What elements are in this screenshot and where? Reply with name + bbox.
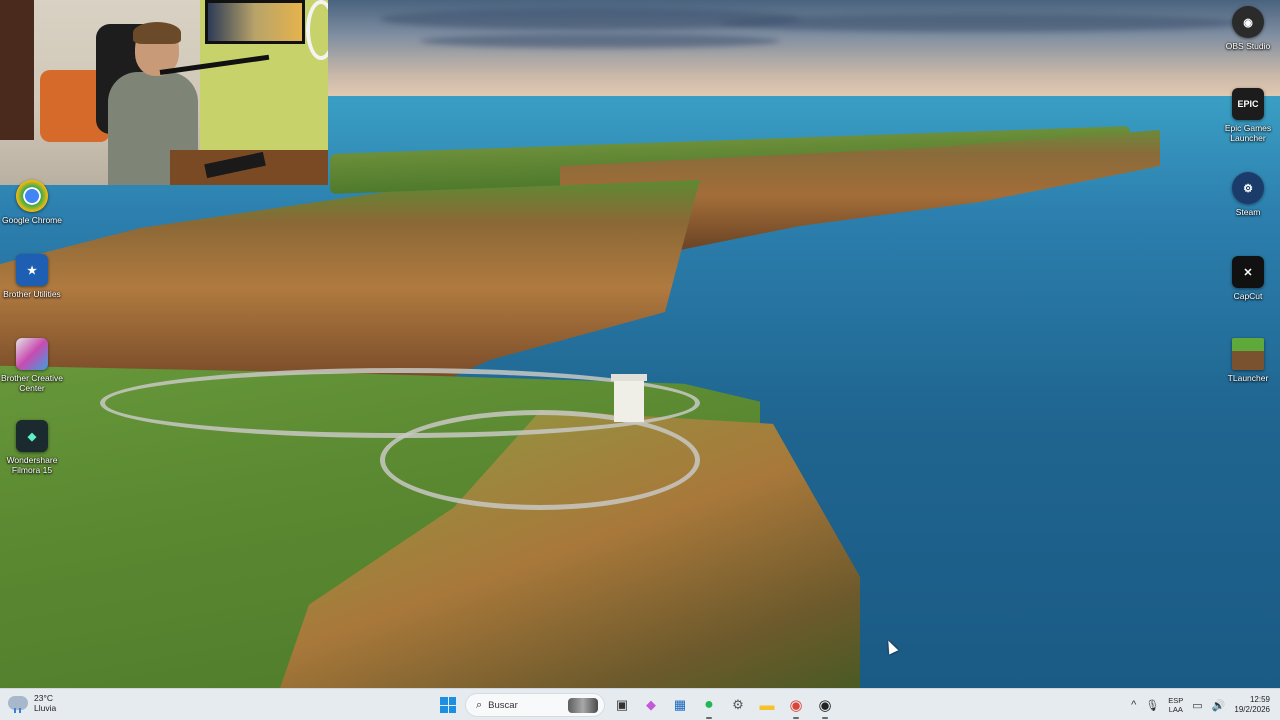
epic-games-icon: EPIC bbox=[1232, 88, 1264, 120]
desktop-icon-brother-utilities[interactable]: ★ Brother Utilities bbox=[0, 254, 68, 299]
copilot-icon: ◆ bbox=[646, 697, 656, 712]
desktop-icon-obs[interactable]: ◉ OBS Studio bbox=[1212, 6, 1280, 51]
desktop-icon-chrome[interactable]: Google Chrome bbox=[0, 180, 68, 225]
wallpaper-cloud bbox=[420, 34, 780, 48]
task-view-icon: ▣ bbox=[615, 697, 629, 712]
search-placeholder: Buscar bbox=[488, 699, 518, 711]
desktop-icon-label: Wondershare Filmora 15 bbox=[6, 455, 58, 475]
brother-creative-center-icon bbox=[16, 338, 48, 370]
search-highlight-image bbox=[568, 698, 598, 713]
task-view-button[interactable]: ▣ bbox=[610, 693, 634, 717]
folder-icon: ▬ bbox=[759, 696, 775, 714]
brother-utilities-icon: ★ bbox=[16, 254, 48, 286]
search-icon: ⌕ bbox=[476, 698, 483, 711]
desktop-icon-label: Epic Games Launcher bbox=[1224, 123, 1272, 143]
desktop-icon-capcut[interactable]: ✕ CapCut bbox=[1212, 256, 1280, 301]
language-indicator[interactable]: ESP LAA bbox=[1168, 696, 1183, 714]
spotify-button[interactable]: ● bbox=[697, 693, 721, 719]
language-code: ESP bbox=[1168, 696, 1184, 705]
taskbar: 23°C Lluvia ⌕ Buscar ▣ ◆ ▦ ● ⚙ ▬ ◉ ◉ ^ 🎙… bbox=[0, 688, 1280, 720]
show-hidden-icons-chevron-icon[interactable]: ^ bbox=[1131, 699, 1136, 711]
desktop-icon-filmora[interactable]: ◆ Wondershare Filmora 15 bbox=[0, 420, 68, 475]
filmora-icon: ◆ bbox=[16, 420, 48, 452]
desktop-icon-epic-games[interactable]: EPIC Epic Games Launcher bbox=[1212, 88, 1280, 143]
webcam-ring-light bbox=[306, 0, 328, 60]
weather-temperature: 23°C bbox=[34, 693, 53, 703]
webcam-person-hair bbox=[133, 22, 181, 44]
taskbar-center: ⌕ Buscar ▣ ◆ ▦ ● ⚙ ▬ ◉ ◉ bbox=[436, 692, 837, 719]
clock-time: 12:59 bbox=[1249, 695, 1270, 704]
desktop-icon-label: OBS Studio bbox=[1225, 41, 1271, 51]
wallpaper-path bbox=[380, 410, 700, 510]
desktop-icon-label: Brother Utilities bbox=[3, 289, 61, 299]
weather-condition: Lluvia bbox=[34, 703, 57, 713]
webcam-tv bbox=[205, 0, 305, 44]
clock-date: 19/2/2026 bbox=[1234, 705, 1270, 714]
clock[interactable]: 12:59 19/2/2026 bbox=[1234, 695, 1270, 715]
store-button[interactable]: ▦ bbox=[668, 693, 692, 717]
chrome-taskbar-button[interactable]: ◉ bbox=[784, 693, 808, 719]
keyboard-layout-code: LAA bbox=[1168, 705, 1183, 714]
store-icon: ▦ bbox=[673, 697, 687, 712]
system-tray: ^ 🎙 ESP LAA ▭ 🔊 12:59 19/2/2026 bbox=[1131, 691, 1270, 719]
volume-icon[interactable]: 🔊 bbox=[1212, 699, 1226, 712]
start-button[interactable] bbox=[436, 693, 460, 717]
chrome-icon bbox=[16, 180, 48, 212]
microphone-icon[interactable]: 🎙 bbox=[1145, 699, 1159, 712]
steam-icon: ⚙ bbox=[1232, 172, 1264, 204]
obs-taskbar-button[interactable]: ◉ bbox=[813, 693, 837, 719]
settings-icon: ⚙ bbox=[732, 697, 744, 712]
settings-button[interactable]: ⚙ bbox=[726, 693, 750, 717]
desktop-icon-label: CapCut bbox=[1233, 291, 1263, 301]
wallpaper-tower bbox=[611, 374, 647, 422]
file-explorer-button[interactable]: ▬ bbox=[755, 693, 779, 717]
taskbar-search[interactable]: ⌕ Buscar bbox=[465, 693, 605, 717]
copilot-button[interactable]: ◆ bbox=[639, 693, 663, 717]
desktop-icon-label: Steam bbox=[1235, 207, 1261, 217]
webcam-overlay bbox=[0, 0, 328, 185]
rain-cloud-icon bbox=[8, 696, 28, 713]
capcut-icon: ✕ bbox=[1232, 256, 1264, 288]
desktop-icon-label: Brother Creative Center bbox=[1, 373, 63, 393]
desktop-icon-brother-creative-center[interactable]: Brother Creative Center bbox=[0, 338, 68, 393]
spotify-icon: ● bbox=[704, 696, 714, 713]
desktop-icon-steam[interactable]: ⚙ Steam bbox=[1212, 172, 1280, 217]
desktop-icon-tlauncher[interactable]: TLauncher bbox=[1212, 338, 1280, 383]
windows-icon bbox=[440, 697, 456, 713]
tlauncher-icon bbox=[1232, 338, 1264, 370]
weather-widget[interactable]: 23°C Lluvia bbox=[8, 693, 56, 713]
network-icon[interactable]: ▭ bbox=[1192, 699, 1202, 712]
obs-icon: ◉ bbox=[818, 697, 832, 714]
obs-icon: ◉ bbox=[1232, 6, 1264, 38]
desktop-icon-label: Google Chrome bbox=[1, 215, 62, 225]
webcam-door bbox=[0, 0, 34, 140]
weather-text: 23°C Lluvia bbox=[34, 693, 56, 713]
wallpaper-cloud bbox=[720, 14, 1240, 32]
chrome-icon: ◉ bbox=[789, 697, 803, 714]
desktop-icon-label: TLauncher bbox=[1227, 373, 1269, 383]
